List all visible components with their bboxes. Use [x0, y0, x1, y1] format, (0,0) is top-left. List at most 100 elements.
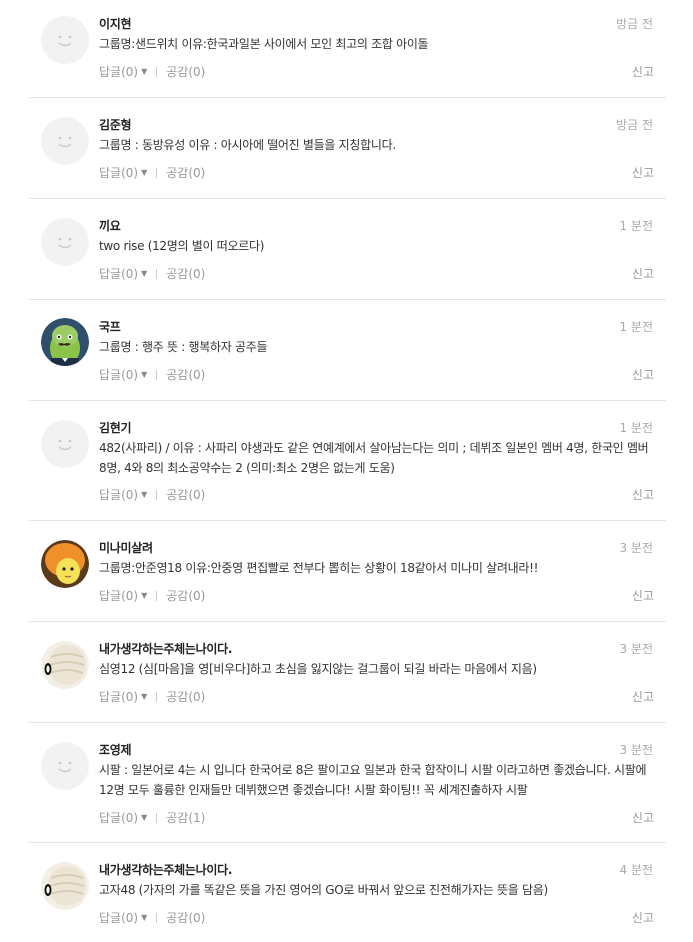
divider: [156, 167, 158, 178]
green-character-avatar-icon[interactable]: [41, 318, 89, 366]
comment-actions: 답글(0) ▼ 공감(0): [99, 486, 205, 503]
comment-actions: 답글(0) ▼ 공감(0): [99, 587, 205, 604]
comment-item: 내가생각하는주체는나이다. 3 분전 심영12 (심[마음]을 영[비우다]하고…: [29, 622, 666, 723]
comment-text: 그룹명:샌드위치 이유:한국과일본 사이에서 모인 최고의 조합 아이돌: [99, 37, 429, 51]
comment-list: 이지현 방금 전 그룹명:샌드위치 이유:한국과일본 사이에서 모인 최고의 조…: [29, 0, 666, 941]
comment-item: 조영제 3 분전 시팔 : 일본어로 4는 시 입니다 한국어로 8은 팔이고요…: [29, 723, 666, 843]
comment-actions: 답글(0) ▼ 공감(0): [99, 265, 205, 282]
comment-author[interactable]: 끼요: [99, 217, 121, 234]
comment-actions: 답글(0) ▼ 공감(0): [99, 366, 205, 383]
caret-down-icon[interactable]: ▼: [141, 168, 147, 177]
comment-time: 1 분전: [619, 320, 653, 334]
like-button[interactable]: 공감(0): [166, 587, 205, 604]
comment-item: 김준형 방금 전 그룹명 : 동방유성 이유 : 아시아에 떨어진 별들을 지칭…: [29, 98, 666, 199]
comment-time: 1 분전: [619, 219, 653, 233]
caret-down-icon[interactable]: ▼: [141, 67, 147, 76]
report-button[interactable]: 신고: [632, 486, 654, 503]
reply-button[interactable]: 답글(0): [99, 366, 138, 383]
comment-author[interactable]: 미나미살려: [99, 539, 153, 556]
reply-button[interactable]: 답글(0): [99, 486, 138, 503]
caret-down-icon[interactable]: ▼: [141, 692, 147, 701]
white-character-avatar-icon[interactable]: [41, 641, 89, 689]
like-button[interactable]: 공감(0): [166, 164, 205, 181]
report-button[interactable]: 신고: [632, 688, 654, 705]
comment-item: 끼요 1 분전 two rise (12명의 별이 떠오르다) 답글(0) ▼ 공…: [29, 199, 666, 300]
comment-author[interactable]: 조영제: [99, 741, 132, 758]
like-button[interactable]: 공감(0): [166, 486, 205, 503]
reply-button[interactable]: 답글(0): [99, 164, 138, 181]
reply-button[interactable]: 답글(0): [99, 909, 138, 926]
caret-down-icon[interactable]: ▼: [141, 591, 147, 600]
reply-button[interactable]: 답글(0): [99, 63, 138, 80]
comment-text: 그룹명 : 동방유성 이유 : 아시아에 떨어진 별들을 지칭합니다.: [99, 138, 396, 152]
comment-actions: 답글(0) ▼ 공감(0): [99, 688, 205, 705]
comment-actions: 답글(0) ▼ 공감(0): [99, 63, 205, 80]
like-button[interactable]: 공감(0): [166, 265, 205, 282]
caret-down-icon[interactable]: ▼: [141, 913, 147, 922]
comment-time: 방금 전: [616, 118, 653, 132]
comment-item: 내가생각하는주체는나이다. 4 분전 고자48 (가자의 가를 똑같은 뜻을 가…: [29, 843, 666, 941]
report-button[interactable]: 신고: [632, 809, 654, 826]
default-avatar-icon[interactable]: [41, 218, 89, 266]
divider: [156, 812, 158, 823]
comment-time: 3 분전: [619, 642, 653, 656]
divider: [156, 369, 158, 380]
report-button[interactable]: 신고: [632, 587, 654, 604]
comment-text: 고자48 (가자의 가를 똑같은 뜻을 가진 영어의 GO로 바꿔서 앞으로 진…: [99, 883, 548, 897]
comment-actions: 답글(0) ▼ 공감(0): [99, 909, 205, 926]
comment-author[interactable]: 김준형: [99, 116, 132, 133]
comment-author[interactable]: 국프: [99, 318, 121, 335]
report-button[interactable]: 신고: [632, 265, 654, 282]
caret-down-icon[interactable]: ▼: [141, 490, 147, 499]
comment-item: 국프 1 분전 그룹명 : 행주 뜻 : 행복하자 공주들 답글(0) ▼ 공감(…: [29, 300, 666, 401]
comment-actions: 답글(0) ▼ 공감(0): [99, 164, 205, 181]
reply-button[interactable]: 답글(0): [99, 265, 138, 282]
divider: [156, 590, 158, 601]
comment-author[interactable]: 이지현: [99, 15, 132, 32]
like-button[interactable]: 공감(0): [166, 909, 205, 926]
comment-item: 미나미살려 3 분전 그룹명:안준영18 이유:안중영 편집빨로 전부다 뽑히는…: [29, 521, 666, 622]
comment-author[interactable]: 내가생각하는주체는나이다.: [99, 640, 232, 657]
reply-button[interactable]: 답글(0): [99, 587, 138, 604]
comment-actions: 답글(0) ▼ 공감(1): [99, 809, 205, 826]
white-character-avatar-icon[interactable]: [41, 862, 89, 910]
divider: [156, 268, 158, 279]
caret-down-icon[interactable]: ▼: [141, 813, 147, 822]
divider: [156, 489, 158, 500]
default-avatar-icon[interactable]: [41, 742, 89, 790]
comment-text: two rise (12명의 별이 떠오르다): [99, 239, 265, 253]
report-button[interactable]: 신고: [632, 909, 654, 926]
default-avatar-icon[interactable]: [41, 420, 89, 468]
comment-time: 3 분전: [619, 743, 653, 757]
divider: [156, 66, 158, 77]
comment-time: 4 분전: [619, 863, 653, 877]
comment-text: 그룹명:안준영18 이유:안중영 편집빨로 전부다 뽑히는 상황이 18같아서 …: [99, 561, 539, 575]
report-button[interactable]: 신고: [632, 366, 654, 383]
comment-author[interactable]: 김현기: [99, 419, 132, 436]
comment-time: 1 분전: [619, 421, 653, 435]
comment-time: 방금 전: [616, 17, 653, 31]
like-button[interactable]: 공감(0): [166, 63, 205, 80]
like-button[interactable]: 공감(0): [166, 366, 205, 383]
reply-button[interactable]: 답글(0): [99, 688, 138, 705]
like-button[interactable]: 공감(0): [166, 688, 205, 705]
divider: [156, 912, 158, 923]
comment-time: 3 분전: [619, 541, 653, 555]
comment-text: 심영12 (심[마음]을 영[비우다]하고 초심을 잃지않는 걸그룹이 되길 바…: [99, 662, 537, 676]
default-avatar-icon[interactable]: [41, 16, 89, 64]
report-button[interactable]: 신고: [632, 164, 654, 181]
orange-hair-character-avatar-icon[interactable]: [41, 540, 89, 588]
comment-text: 그룹명 : 행주 뜻 : 행복하자 공주들: [99, 340, 268, 354]
comment-text: 시팔 : 일본어로 4는 시 입니다 한국어로 8은 팔이고요 일본과 한국 합…: [99, 763, 647, 797]
divider: [156, 691, 158, 702]
like-button[interactable]: 공감(1): [166, 809, 205, 826]
caret-down-icon[interactable]: ▼: [141, 370, 147, 379]
reply-button[interactable]: 답글(0): [99, 809, 138, 826]
comment-author[interactable]: 내가생각하는주체는나이다.: [99, 861, 232, 878]
comment-text: 482(사파리) / 이유 : 사파리 야생과도 같은 연예계에서 살아남는다는…: [99, 441, 649, 475]
default-avatar-icon[interactable]: [41, 117, 89, 165]
caret-down-icon[interactable]: ▼: [141, 269, 147, 278]
comment-item: 김현기 1 분전 482(사파리) / 이유 : 사파리 야생과도 같은 연예계…: [29, 401, 666, 521]
report-button[interactable]: 신고: [632, 63, 654, 80]
comment-item: 이지현 방금 전 그룹명:샌드위치 이유:한국과일본 사이에서 모인 최고의 조…: [29, 0, 666, 98]
